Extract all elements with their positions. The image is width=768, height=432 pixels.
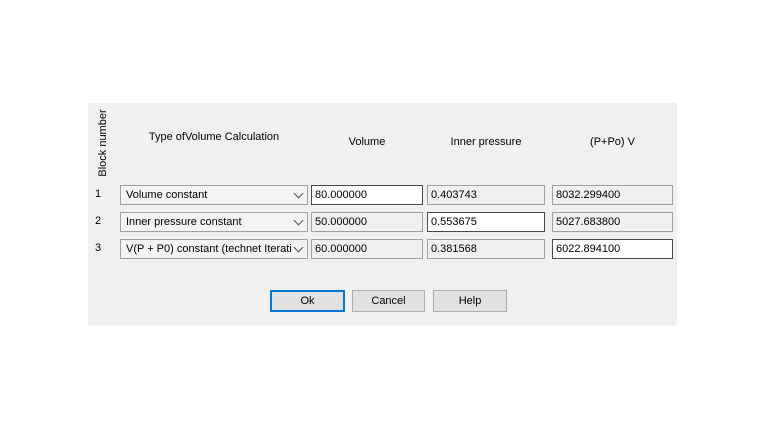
- volume-field: [311, 239, 423, 259]
- chevron-down-icon: [294, 215, 304, 225]
- volume-input[interactable]: [311, 185, 423, 205]
- block-number-label: Block number: [97, 109, 109, 176]
- header-volume: Volume: [311, 136, 423, 148]
- volume-field: [311, 212, 423, 232]
- row-number: 3: [90, 242, 106, 254]
- volume-calculation-dialog: Block number Type ofVolume Calculation V…: [88, 103, 677, 326]
- help-button[interactable]: Help: [433, 290, 507, 312]
- pv-input[interactable]: [552, 239, 673, 259]
- row-number: 2: [90, 215, 106, 227]
- calculation-type-value: Inner pressure constant: [126, 216, 291, 228]
- inner-pressure-field: [427, 185, 545, 205]
- header-p-plus-po-v: (P+Po) V: [552, 136, 673, 148]
- calculation-type-value: Volume constant: [126, 189, 291, 201]
- header-type-of-volume-calculation: Type ofVolume Calculation: [120, 131, 308, 143]
- calculation-type-dropdown[interactable]: Inner pressure constant: [120, 212, 308, 232]
- pv-field: [552, 212, 673, 232]
- chevron-down-icon: [294, 188, 304, 198]
- row-number: 1: [90, 188, 106, 200]
- calculation-type-dropdown[interactable]: V(P + P0) constant (technet Iteratio: [120, 239, 308, 259]
- header-inner-pressure: Inner pressure: [427, 136, 545, 148]
- calculation-type-value: V(P + P0) constant (technet Iteratio: [126, 243, 291, 255]
- pv-field: [552, 185, 673, 205]
- cancel-button[interactable]: Cancel: [352, 290, 425, 312]
- calculation-type-dropdown[interactable]: Volume constant: [120, 185, 308, 205]
- ok-button[interactable]: Ok: [270, 290, 345, 312]
- chevron-down-icon: [294, 242, 304, 252]
- inner-pressure-input[interactable]: [427, 212, 545, 232]
- inner-pressure-field: [427, 239, 545, 259]
